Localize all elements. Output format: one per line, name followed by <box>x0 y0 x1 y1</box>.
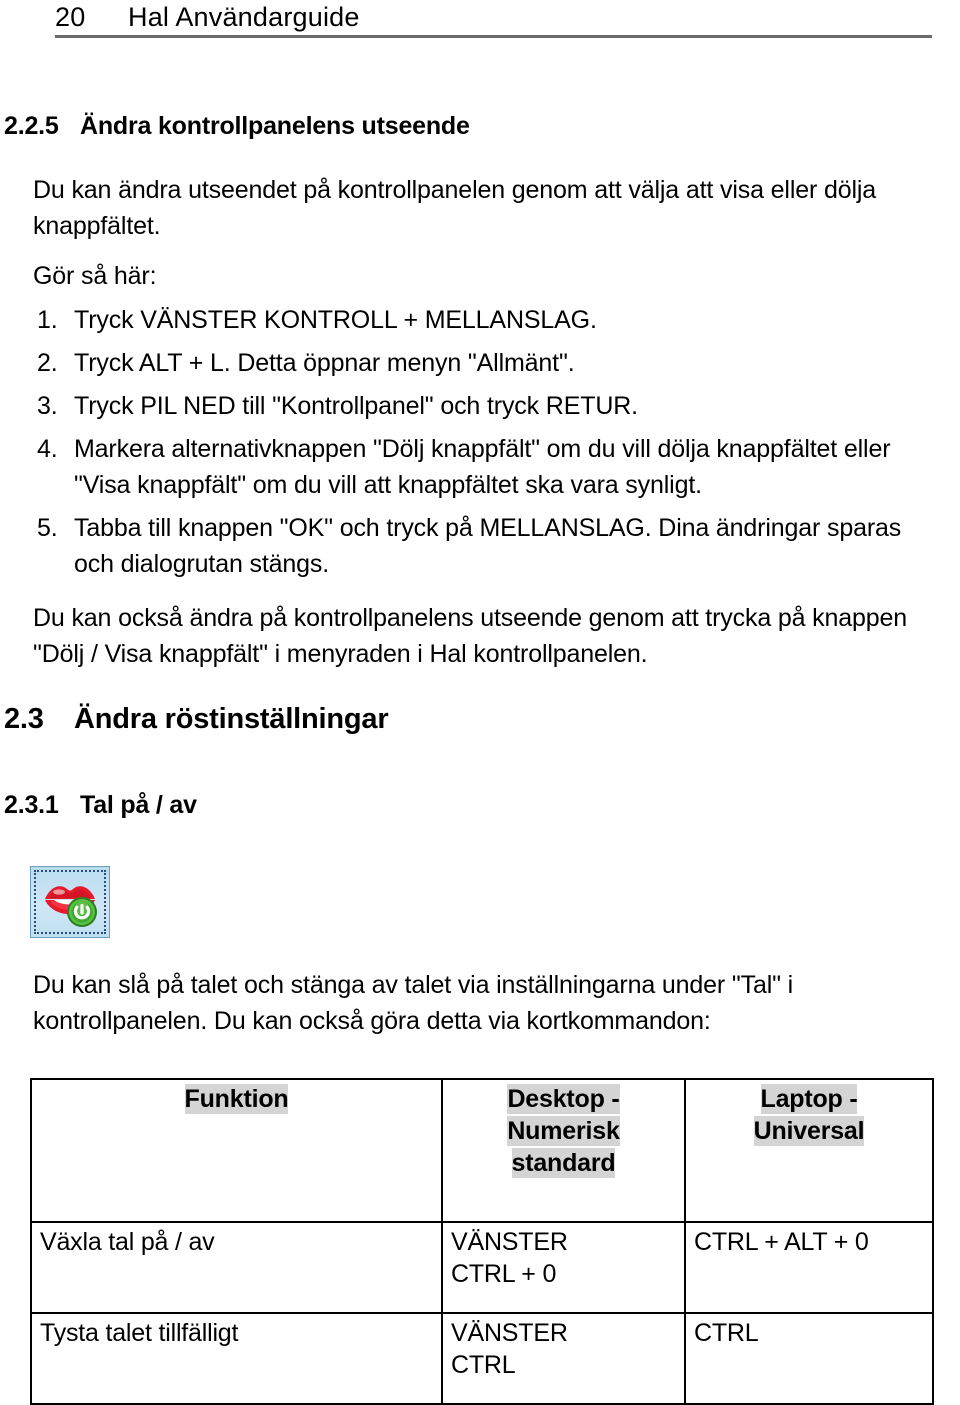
heading-2-2-5-number: 2.2.5 <box>4 112 59 140</box>
list-item-text: Tryck VÄNSTER KONTROLL + MELLANSLAG. <box>74 306 597 334</box>
cell-laptop-line-1: CTRL + ALT + 0 <box>694 1228 869 1256</box>
cell-desktop-line-1: VÄNSTER <box>451 1228 568 1256</box>
column-header-desktop-line-2: Numerisk <box>507 1116 620 1146</box>
cell-function: Tysta talet tillfälligt <box>30 1312 443 1405</box>
heading-2-3-1-number: 2.3.1 <box>4 791 59 819</box>
list-item-marker: 4. <box>37 435 58 463</box>
list-item-text: Markera alternativknappen "Dölj knappfäl… <box>74 435 891 499</box>
cell-desktop: VÄNSTER CTRL <box>441 1312 686 1405</box>
lips-with-power-button-glyph <box>45 886 97 927</box>
heading-2-3-1-title: Tal på / av <box>80 791 197 819</box>
document-title: Hal Användarguide <box>128 2 360 32</box>
list-item-marker: 5. <box>37 514 58 542</box>
column-header-laptop-line-2: Universal <box>753 1116 865 1146</box>
heading-2-2-5: 2.2.5 Ändra kontrollpanelens utseende <box>4 112 470 141</box>
column-header-function-label: Funktion <box>184 1084 289 1114</box>
steps-lead-in: Gör så här: <box>33 262 157 290</box>
cell-desktop: VÄNSTER CTRL + 0 <box>441 1221 686 1314</box>
cell-laptop: CTRL + ALT + 0 <box>684 1221 934 1314</box>
table-row: Tysta talet tillfälligt VÄNSTER CTRL CTR… <box>30 1312 934 1405</box>
section-2-2-5-outro-paragraph: Du kan också ändra på kontrollpanelens u… <box>33 604 908 668</box>
list-item-marker: 2. <box>37 349 58 377</box>
list-item: 5. Tabba till knappen "OK" och tryck på … <box>37 510 927 582</box>
header-text-line: 20 Hal Användarguide <box>55 2 360 33</box>
list-item: 4. Markera alternativknappen "Dölj knapp… <box>37 431 927 503</box>
cell-desktop-line-2: CTRL + 0 <box>451 1260 557 1288</box>
column-header-desktop: Desktop - Numerisk standard <box>441 1078 686 1223</box>
table-row: Växla tal på / av VÄNSTER CTRL + 0 CTRL … <box>30 1221 934 1314</box>
page-number: 20 <box>55 2 86 32</box>
list-item-marker: 3. <box>37 392 58 420</box>
header-divider-rule <box>55 35 932 38</box>
cell-desktop-line-2: CTRL <box>451 1351 516 1379</box>
column-header-laptop: Laptop - Universal <box>684 1078 934 1223</box>
heading-2-2-5-title: Ändra kontrollpanelens utseende <box>80 112 470 140</box>
column-header-desktop-line-1: Desktop - <box>507 1084 620 1114</box>
column-header-laptop-line-1: Laptop - <box>760 1084 858 1114</box>
speech-toggle-icon-figure <box>30 866 110 938</box>
cell-laptop: CTRL <box>684 1312 934 1405</box>
heading-2-3-title: Ändra röstinställningar <box>74 703 389 735</box>
list-item-text: Tryck ALT + L. Detta öppnar menyn "Allmä… <box>74 349 575 377</box>
list-item-marker: 1. <box>37 306 58 334</box>
list-item-text: Tabba till knappen "OK" och tryck på MEL… <box>74 514 902 578</box>
list-item-text: Tryck PIL NED till "Kontrollpanel" och t… <box>74 392 638 420</box>
cell-function: Växla tal på / av <box>30 1221 443 1314</box>
cell-desktop-line-1: VÄNSTER <box>451 1319 568 1347</box>
column-header-function: Funktion <box>30 1078 443 1223</box>
speech-toggle-icon <box>30 866 110 938</box>
list-item: 1. Tryck VÄNSTER KONTROLL + MELLANSLAG. <box>37 302 927 338</box>
heading-2-3-number: 2.3 <box>4 703 44 735</box>
cell-laptop-line-1: CTRL <box>694 1319 759 1347</box>
table-header-row: Funktion Desktop - Numerisk standard Lap… <box>30 1078 934 1223</box>
section-2-2-5-intro-paragraph: Du kan ändra utseendet på kontrollpanele… <box>33 176 877 240</box>
column-header-desktop-line-3: standard <box>511 1148 616 1178</box>
section-2-3-1-body-paragraph: Du kan slå på talet och stänga av talet … <box>33 971 794 1035</box>
heading-2-3: 2.3 Ändra röstinställningar <box>4 703 389 736</box>
steps-ordered-list: 1. Tryck VÄNSTER KONTROLL + MELLANSLAG. … <box>37 302 927 589</box>
heading-2-3-1: 2.3.1 Tal på / av <box>4 791 197 820</box>
list-item: 3. Tryck PIL NED till "Kontrollpanel" oc… <box>37 388 927 424</box>
shortcut-table: Funktion Desktop - Numerisk standard Lap… <box>30 1078 934 1405</box>
list-item: 2. Tryck ALT + L. Detta öppnar menyn "Al… <box>37 345 927 381</box>
page-running-header: 20 Hal Användarguide <box>0 0 960 40</box>
